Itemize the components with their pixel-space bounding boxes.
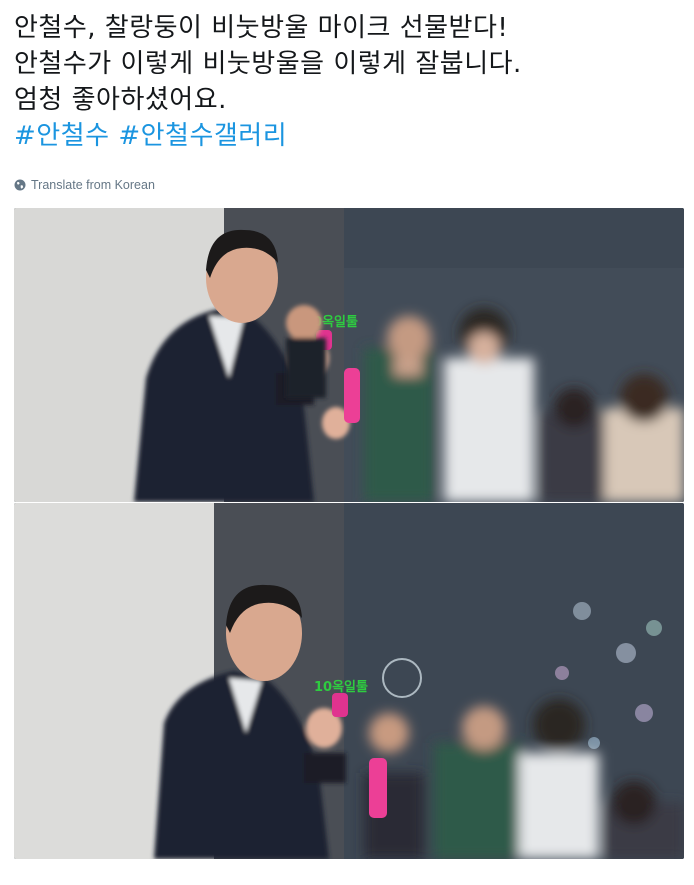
- tweet-line-2: 안철수가 이렇게 비눗방울을 이렇게 잘붑니다.: [14, 49, 522, 79]
- tweet-photo-2[interactable]: 10옥일툴: [14, 503, 684, 859]
- hashtag-link-ahn[interactable]: #안철수: [14, 121, 110, 151]
- globe-icon: [14, 179, 26, 191]
- photo-2-image: 10옥일툴: [14, 503, 684, 859]
- tweet-line-1: 안철수, 찰랑둥이 비눗방울 마이크 선물받다!: [14, 13, 509, 43]
- translate-link[interactable]: Translate from Korean: [14, 176, 155, 194]
- tweet-line-3: 엄청 좋아하셨어요.: [14, 85, 227, 115]
- hashtag-row: #안철수 #안철수갤러리: [14, 118, 684, 154]
- translate-label: Translate from Korean: [31, 178, 155, 192]
- tweet-photo-1[interactable]: 10옥일툴: [14, 208, 684, 502]
- hashtag-link-gallery[interactable]: #안철수갤러리: [118, 121, 287, 151]
- photo-1-image: 10옥일툴: [14, 208, 684, 502]
- tweet-text: 안철수, 찰랑둥이 비눗방울 마이크 선물받다! 안철수가 이렇게 비눗방울을 …: [14, 10, 684, 154]
- sticker-text-2: 10옥일툴: [314, 679, 368, 695]
